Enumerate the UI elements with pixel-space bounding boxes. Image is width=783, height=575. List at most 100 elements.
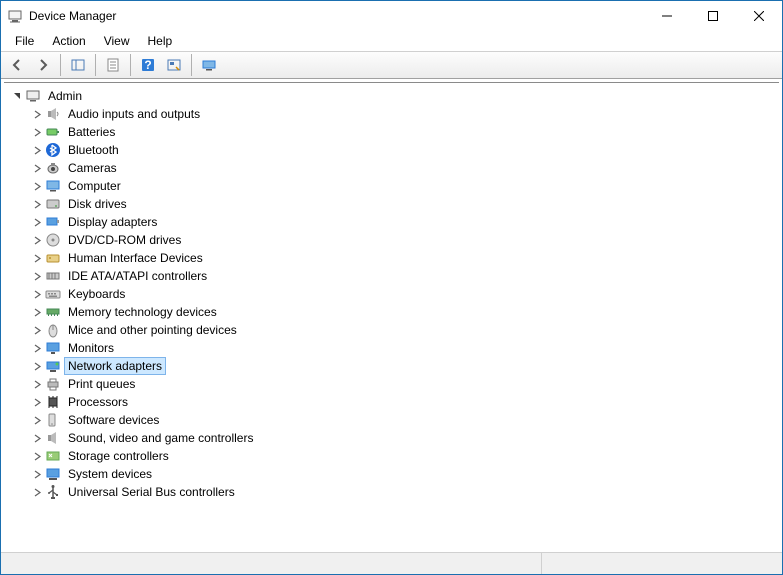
help-button[interactable]: ? xyxy=(136,54,160,76)
tree-node-root[interactable]: Admin xyxy=(8,87,779,105)
tree-node-label: Display adapters xyxy=(64,213,161,231)
cpu-icon xyxy=(45,394,61,410)
tree-node-label: Batteries xyxy=(64,123,119,141)
tree-node-label: Print queues xyxy=(64,375,139,393)
tree-node-audio-inputs-and-outputs[interactable]: Audio inputs and outputs xyxy=(8,105,779,123)
expand-toggle-icon[interactable] xyxy=(30,305,44,319)
expand-toggle-icon[interactable] xyxy=(30,377,44,391)
tree-node-label: IDE ATA/ATAPI controllers xyxy=(64,267,211,285)
expand-toggle-icon[interactable] xyxy=(30,179,44,193)
scan-hardware-button[interactable] xyxy=(162,54,186,76)
tree-node-label: Memory technology devices xyxy=(64,303,221,321)
tree-node-label: Software devices xyxy=(64,411,163,429)
tree-node-software-devices[interactable]: Software devices xyxy=(8,411,779,429)
menu-view[interactable]: View xyxy=(96,32,138,50)
memory-icon xyxy=(45,304,61,320)
minimize-button[interactable] xyxy=(644,1,690,31)
window-controls xyxy=(644,1,782,31)
expand-toggle-icon[interactable] xyxy=(30,107,44,121)
expand-toggle-icon[interactable] xyxy=(30,413,44,427)
expand-toggle-icon[interactable] xyxy=(30,269,44,283)
close-button[interactable] xyxy=(736,1,782,31)
keyboard-icon xyxy=(45,286,61,302)
tree-node-label: Disk drives xyxy=(64,195,131,213)
titlebar: Device Manager xyxy=(1,1,782,31)
tree-node-label: Network adapters xyxy=(64,357,166,375)
device-tree-area[interactable]: AdminAudio inputs and outputsBatteriesBl… xyxy=(4,82,779,552)
menu-help[interactable]: Help xyxy=(140,32,181,50)
tree-node-computer[interactable]: Computer xyxy=(8,177,779,195)
usb-icon xyxy=(45,484,61,500)
mouse-icon xyxy=(45,322,61,338)
tree-node-label: Mice and other pointing devices xyxy=(64,321,241,339)
toolbar-separator xyxy=(95,54,96,76)
tree-node-mice-and-other-pointing-devices[interactable]: Mice and other pointing devices xyxy=(8,321,779,339)
tree-node-keyboards[interactable]: Keyboards xyxy=(8,285,779,303)
tree-node-label: Human Interface Devices xyxy=(64,249,207,267)
expand-toggle-icon[interactable] xyxy=(30,161,44,175)
tree-node-processors[interactable]: Processors xyxy=(8,393,779,411)
tree-node-label: Admin xyxy=(44,87,86,105)
expand-toggle-icon[interactable] xyxy=(30,197,44,211)
expand-toggle-icon[interactable] xyxy=(30,125,44,139)
tree-node-batteries[interactable]: Batteries xyxy=(8,123,779,141)
view-devices-button[interactable] xyxy=(197,54,221,76)
properties-button[interactable] xyxy=(101,54,125,76)
monitor-icon xyxy=(45,340,61,356)
app-icon xyxy=(7,8,23,24)
tree-node-label: Computer xyxy=(64,177,125,195)
expand-toggle-icon[interactable] xyxy=(30,485,44,499)
tree-node-sound-video-and-game-controllers[interactable]: Sound, video and game controllers xyxy=(8,429,779,447)
tree-node-human-interface-devices[interactable]: Human Interface Devices xyxy=(8,249,779,267)
tree-node-storage-controllers[interactable]: Storage controllers xyxy=(8,447,779,465)
menu-action[interactable]: Action xyxy=(44,32,93,50)
system-icon xyxy=(45,466,61,482)
storage-icon xyxy=(45,448,61,464)
tree-node-display-adapters[interactable]: Display adapters xyxy=(8,213,779,231)
expand-toggle-icon[interactable] xyxy=(30,215,44,229)
expand-toggle-icon[interactable] xyxy=(30,341,44,355)
forward-button[interactable] xyxy=(31,54,55,76)
tree-node-universal-serial-bus-controllers[interactable]: Universal Serial Bus controllers xyxy=(8,483,779,501)
expand-toggle-icon[interactable] xyxy=(30,395,44,409)
expand-toggle-icon[interactable] xyxy=(30,467,44,481)
expand-toggle-icon[interactable] xyxy=(30,359,44,373)
back-button[interactable] xyxy=(5,54,29,76)
expand-toggle-icon[interactable] xyxy=(10,89,24,103)
expand-toggle-icon[interactable] xyxy=(30,323,44,337)
tree-node-label: Bluetooth xyxy=(64,141,123,159)
tree-node-monitors[interactable]: Monitors xyxy=(8,339,779,357)
tree-node-disk-drives[interactable]: Disk drives xyxy=(8,195,779,213)
maximize-button[interactable] xyxy=(690,1,736,31)
expand-toggle-icon[interactable] xyxy=(30,251,44,265)
tree-node-network-adapters[interactable]: Network adapters xyxy=(8,357,779,375)
expand-toggle-icon[interactable] xyxy=(30,449,44,463)
menubar: File Action View Help xyxy=(1,31,782,51)
tree-node-cameras[interactable]: Cameras xyxy=(8,159,779,177)
tree-node-label: System devices xyxy=(64,465,156,483)
statusbar xyxy=(1,552,782,574)
window-title: Device Manager xyxy=(29,9,116,23)
expand-toggle-icon[interactable] xyxy=(30,287,44,301)
tree-node-memory-technology-devices[interactable]: Memory technology devices xyxy=(8,303,779,321)
tree-node-bluetooth[interactable]: Bluetooth xyxy=(8,141,779,159)
tree-node-dvd-cd-rom-drives[interactable]: DVD/CD-ROM drives xyxy=(8,231,779,249)
expand-toggle-icon[interactable] xyxy=(30,431,44,445)
disk-icon xyxy=(45,196,61,212)
tree-node-label: DVD/CD-ROM drives xyxy=(64,231,185,249)
tree-node-ide-ata-atapi-controllers[interactable]: IDE ATA/ATAPI controllers xyxy=(8,267,779,285)
ide-icon xyxy=(45,268,61,284)
tree-node-print-queues[interactable]: Print queues xyxy=(8,375,779,393)
device-manager-window: Device Manager File Action View Help xyxy=(0,0,783,575)
expand-toggle-icon[interactable] xyxy=(30,233,44,247)
toolbar-separator xyxy=(60,54,61,76)
sound-icon xyxy=(45,430,61,446)
hid-icon xyxy=(45,250,61,266)
tree-node-system-devices[interactable]: System devices xyxy=(8,465,779,483)
expand-toggle-icon[interactable] xyxy=(30,143,44,157)
show-hide-console-tree-button[interactable] xyxy=(66,54,90,76)
tree-node-label: Storage controllers xyxy=(64,447,173,465)
menu-file[interactable]: File xyxy=(7,32,42,50)
display-adapter-icon xyxy=(45,214,61,230)
tree-node-label: Monitors xyxy=(64,339,118,357)
